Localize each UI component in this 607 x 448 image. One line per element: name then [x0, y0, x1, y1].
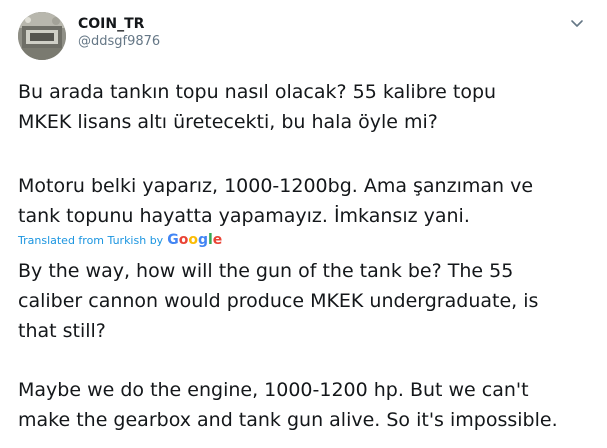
- chevron-down-icon: [571, 20, 583, 27]
- original-text-paragraph-1: Bu arada tankın topu nasıl olacak? 55 ka…: [18, 81, 497, 133]
- display-name[interactable]: COIN_TR: [78, 15, 160, 33]
- avatar[interactable]: [18, 12, 66, 60]
- user-handle[interactable]: @ddsgf9876: [78, 33, 160, 51]
- translated-text-paragraph-1: By the way, how will the gun of the tank…: [18, 260, 539, 342]
- translation-attribution-link[interactable]: Translated from Turkish by Google: [18, 232, 222, 248]
- google-logo: Google: [167, 232, 223, 248]
- translated-text-paragraph-2: Maybe we do the engine, 1000-1200 hp. Bu…: [18, 379, 558, 431]
- avatar-image: [18, 12, 66, 60]
- user-info: COIN_TR @ddsgf9876: [78, 15, 160, 51]
- original-text-paragraph-2: Motoru belki yaparız, 1000-1200bg. Ama ş…: [18, 175, 534, 227]
- more-options-button[interactable]: [569, 15, 585, 31]
- translation-attribution-label: Translated from Turkish by: [18, 233, 164, 247]
- tweet: COIN_TR @ddsgf9876 Bu arada tankın topu …: [0, 0, 607, 448]
